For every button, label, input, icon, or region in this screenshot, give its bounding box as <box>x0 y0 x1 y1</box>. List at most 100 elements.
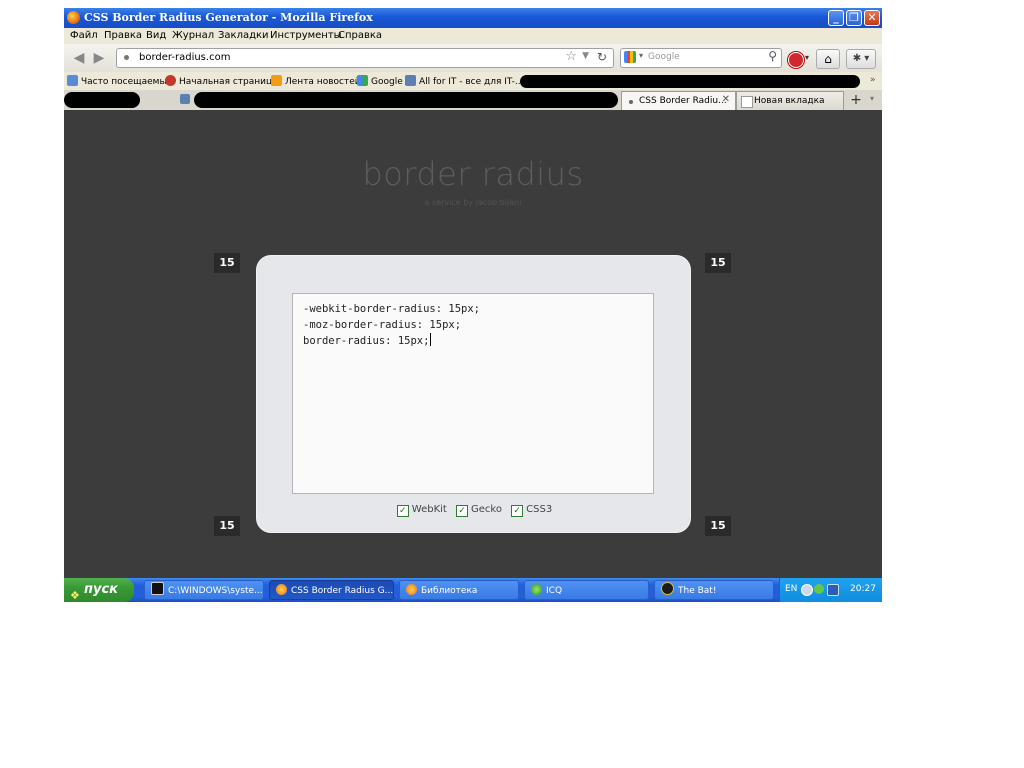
title-bar: CSS Border Radius Generator - Mozilla Fi… <box>64 8 882 28</box>
search-input[interactable]: Google <box>648 52 680 62</box>
reload-icon[interactable]: ↻ <box>597 50 607 64</box>
history-dropdown-icon[interactable]: ▼ <box>582 51 589 61</box>
corner-top-left-input[interactable]: 15 <box>214 253 240 273</box>
css3-label: CSS3 <box>526 504 553 515</box>
menu-help[interactable]: Справка <box>338 30 382 41</box>
code-line-webkit: -webkit-border-radius: 15px; <box>303 303 481 315</box>
bookmark-start-page[interactable]: Начальная страница <box>165 75 278 87</box>
menu-bookmarks[interactable]: Закладки <box>218 30 269 41</box>
corner-top-right-input[interactable]: 15 <box>705 253 731 273</box>
close-button[interactable]: ✕ <box>864 10 880 26</box>
taskbar-item-firefox[interactable]: CSS Border Radius G... <box>269 580 394 600</box>
bookmark-label: Google <box>371 77 403 87</box>
redacted-tab <box>64 92 140 108</box>
webkit-label: WebKit <box>411 504 447 515</box>
blank-page-icon <box>741 96 753 108</box>
network-icon[interactable] <box>827 584 839 596</box>
windows-taskbar: ❖ пуск C:\WINDOWS\syste... CSS Border Ra… <box>64 578 882 602</box>
menu-view[interactable]: Вид <box>146 30 166 41</box>
site-identity-icon[interactable] <box>124 55 129 60</box>
tab-loading-icon <box>629 100 633 104</box>
bookmark-most-visited[interactable]: Часто посещаемые <box>67 75 172 87</box>
tab-label: Новая вкладка <box>754 96 825 106</box>
tab-list-icon[interactable]: ▾ <box>870 94 874 103</box>
language-indicator[interactable]: EN <box>785 584 797 594</box>
volume-icon[interactable] <box>801 584 813 596</box>
corner-bottom-right-input[interactable]: 15 <box>705 516 731 536</box>
bookmark-google[interactable]: Google <box>357 75 403 87</box>
adblock-dropdown-icon[interactable]: ▾ <box>805 53 809 62</box>
firefox-icon <box>406 584 417 595</box>
tab-new-tab[interactable]: Новая вкладка <box>736 91 844 110</box>
folder-icon <box>67 75 78 86</box>
redacted-tabs <box>194 92 618 108</box>
taskbar-item-cmd[interactable]: C:\WINDOWS\syste... <box>144 580 264 600</box>
tab-label: CSS Border Radiu... <box>639 96 727 106</box>
site-icon <box>405 75 416 86</box>
google-icon <box>357 75 368 86</box>
address-bar[interactable]: border-radius.com ☆ ▼ ↻ <box>116 48 614 68</box>
bookmark-star-icon[interactable]: ☆ <box>565 49 577 64</box>
tab-close-icon[interactable]: ✕ <box>722 94 730 105</box>
start-button[interactable]: ❖ пуск <box>64 578 134 602</box>
engine-dropdown-icon[interactable]: ▾ <box>639 51 643 60</box>
task-label: The Bat! <box>678 586 717 596</box>
bookmark-label: Лента новостей <box>285 77 361 87</box>
task-label: ICQ <box>546 586 563 596</box>
minimize-button[interactable]: _ <box>828 10 844 26</box>
taskbar-item-icq[interactable]: ICQ <box>524 580 649 600</box>
menu-tools[interactable]: Инструменты <box>270 30 342 41</box>
firefox-icon <box>276 584 287 595</box>
new-tab-button[interactable]: + <box>846 91 866 109</box>
clock: 20:27 <box>850 584 876 594</box>
corner-bottom-left-input[interactable]: 15 <box>214 516 240 536</box>
page-content: border radius a service by jacob bijani … <box>64 110 882 578</box>
adblock-icon[interactable] <box>788 52 804 68</box>
tab-bar: CSS Border Radiu... ✕ Новая вкладка + ▾ <box>64 90 882 110</box>
bookmark-label: Начальная страница <box>179 77 278 87</box>
page-title: border radius <box>362 155 584 193</box>
firefox-start-icon <box>165 75 176 86</box>
navigation-bar: ◀ ▶ border-radius.com ☆ ▼ ↻ ▾ Google ⚲ ▾… <box>64 44 882 72</box>
gecko-checkbox[interactable]: ✓ Gecko <box>456 504 502 517</box>
menu-bar: Файл Правка Вид Журнал Закладки Инструме… <box>64 28 882 44</box>
code-line-moz: -moz-border-radius: 15px; <box>303 319 462 331</box>
check-icon: ✓ <box>456 505 469 517</box>
back-icon[interactable]: ◀ <box>70 50 88 66</box>
bookmark-all-for-it[interactable]: All for IT - все для IT-... <box>405 75 523 87</box>
toolbar-extension-button[interactable]: ✱ ▾ <box>846 49 876 69</box>
gecko-label: Gecko <box>471 504 502 515</box>
task-label: Библиотека <box>421 586 478 596</box>
search-icon[interactable]: ⚲ <box>768 49 777 63</box>
menu-history[interactable]: Журнал <box>172 30 214 41</box>
thebat-icon <box>661 582 674 595</box>
start-label: пуск <box>84 582 118 597</box>
bookmark-news-feed[interactable]: Лента новостей <box>271 75 361 87</box>
forward-icon[interactable]: ▶ <box>90 50 108 66</box>
taskbar-item-thebat[interactable]: The Bat! <box>654 580 774 600</box>
check-icon: ✓ <box>511 505 524 517</box>
code-line-css3: border-radius: 15px; <box>303 333 643 349</box>
browser-window: CSS Border Radius Generator - Mozilla Fi… <box>64 8 882 602</box>
task-label: C:\WINDOWS\syste... <box>168 586 263 596</box>
icq-tray-icon[interactable] <box>814 584 824 594</box>
preview-box: -webkit-border-radius: 15px; -moz-border… <box>256 255 691 533</box>
restore-button[interactable]: ❐ <box>846 10 862 26</box>
tab-css-border-radius[interactable]: CSS Border Radiu... ✕ <box>621 91 736 110</box>
bookmark-label: All for IT - все для IT-... <box>419 77 524 87</box>
search-box[interactable]: ▾ Google ⚲ <box>620 48 782 68</box>
menu-file[interactable]: Файл <box>70 30 98 41</box>
text-caret <box>430 333 432 346</box>
taskbar-item-library[interactable]: Библиотека <box>399 580 519 600</box>
bookmarks-overflow-icon[interactable]: » <box>870 75 876 85</box>
css-code-textarea[interactable]: -webkit-border-radius: 15px; -moz-border… <box>292 293 654 494</box>
webkit-checkbox[interactable]: ✓ WebKit <box>396 504 447 517</box>
menu-edit[interactable]: Правка <box>104 30 142 41</box>
home-button[interactable]: ⌂ <box>816 49 840 69</box>
css3-checkbox[interactable]: ✓ CSS3 <box>511 504 552 517</box>
google-engine-icon[interactable] <box>624 51 636 63</box>
check-icon: ✓ <box>396 505 409 517</box>
page-subtitle: a service by jacob bijani <box>424 198 522 207</box>
code-line-css3-text: border-radius: 15px; <box>303 335 430 347</box>
bookmark-label: Часто посещаемые <box>81 77 173 87</box>
